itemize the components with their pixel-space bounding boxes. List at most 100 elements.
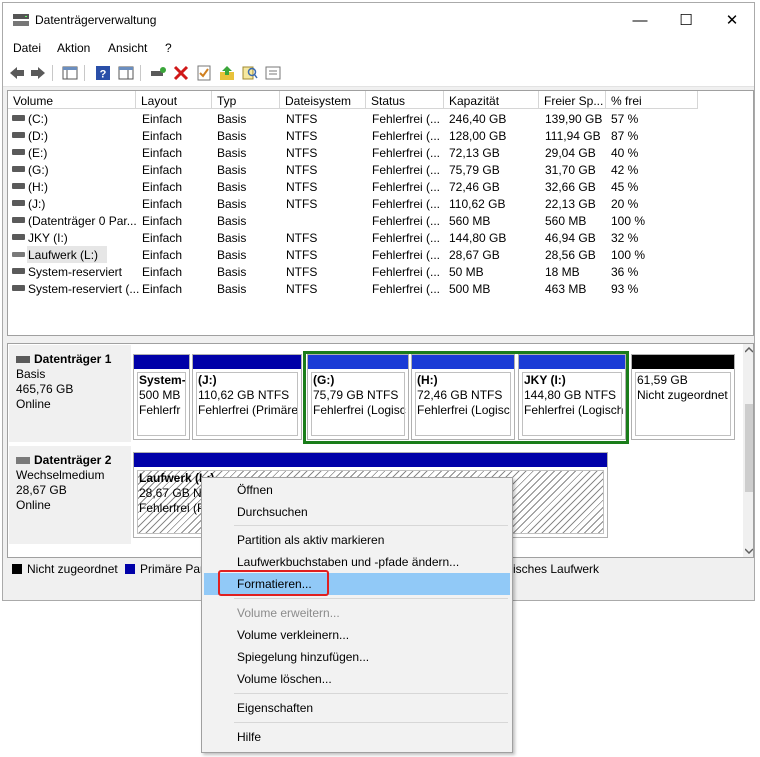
column-header-volume[interactable]: Volume	[8, 91, 136, 109]
disk2-state: Online	[16, 498, 51, 512]
volume-type: Basis	[217, 248, 247, 262]
search-icon[interactable]	[241, 64, 259, 82]
volume-row[interactable]: (Datenträger 0 Par... Einfach Basis Fehlerf…	[8, 212, 753, 229]
partition-inner-frame	[196, 372, 298, 436]
drive-icon	[12, 268, 25, 274]
help-icon[interactable]: ?	[94, 64, 112, 82]
volume-name: (Datenträger 0 Par...	[28, 214, 137, 228]
maximize-icon: ☐	[679, 12, 693, 29]
legend-logical: isches Laufwerk	[513, 562, 600, 576]
partition-system-reserved[interactable]: System- 500 MB Fehlerfr	[133, 354, 190, 440]
checklist-icon[interactable]	[195, 64, 213, 82]
volume-filesystem: NTFS	[286, 282, 318, 296]
volume-name: System-reserviert	[28, 265, 123, 279]
minimize-button[interactable]: —	[617, 3, 663, 37]
column-header-layout[interactable]: Layout	[136, 91, 212, 109]
menu-item-extend-volume: Volume erweitern...	[237, 606, 340, 620]
column-header-kapazitaet[interactable]: Kapazität	[444, 91, 539, 109]
volume-row[interactable]: JKY (I:) Einfach Basis NTFS Fehlerfrei (... 1…	[8, 229, 753, 246]
forward-icon[interactable]	[29, 64, 47, 82]
volume-free: 32,66 GB	[545, 180, 596, 194]
menu-item-open[interactable]: Öffnen	[204, 479, 510, 501]
partition-unallocated[interactable]: 61,59 GB Nicht zugeordnet	[631, 354, 735, 440]
vertical-scrollbar[interactable]	[743, 344, 753, 557]
volume-row[interactable]: System-reserviert Einfach Basis NTFS Fehlerf…	[8, 263, 753, 280]
import-icon[interactable]	[218, 64, 236, 82]
volume-free: 29,04 GB	[545, 146, 596, 160]
menu-item-add-mirror[interactable]: Spiegelung hinzufügen...	[204, 646, 510, 668]
volume-capacity: 72,46 GB	[449, 180, 500, 194]
disk1-state: Online	[16, 397, 51, 411]
connect-icon[interactable]	[149, 64, 167, 82]
volume-pct-free: 40 %	[611, 146, 639, 160]
volume-capacity: 75,79 GB	[449, 163, 500, 177]
drive-icon	[12, 200, 25, 206]
column-header-freier-speicher[interactable]: Freier Sp...	[539, 91, 606, 109]
volume-layout: Einfach	[142, 265, 183, 279]
volume-free: 139,90 GB	[545, 112, 603, 126]
volume-layout: Einfach	[142, 180, 183, 194]
title-bar: Datenträgerverwaltung — ☐ ✕	[3, 3, 754, 37]
volume-filesystem: NTFS	[286, 146, 318, 160]
disk1-label[interactable]: Datenträger 1 Basis 465,76 GB Online	[9, 345, 131, 442]
volume-capacity: 50 MB	[449, 265, 484, 279]
settings-icon[interactable]	[264, 64, 282, 82]
volume-name: System-reserviert (...	[28, 282, 140, 296]
disk2-name-text: Datenträger 2	[34, 453, 112, 467]
maximize-button[interactable]: ☐	[663, 3, 709, 37]
menu-item-delete-volume[interactable]: Volume löschen...	[204, 668, 510, 690]
volume-pct-free: 93 %	[611, 282, 639, 296]
delete-icon[interactable]	[172, 64, 190, 82]
scroll-up-icon[interactable]	[745, 347, 753, 353]
scroll-down-icon[interactable]	[745, 548, 753, 554]
menu-item-shrink-volume[interactable]: Volume verkleinern...	[204, 624, 510, 646]
partition-inner-frame	[137, 372, 186, 436]
menu-item-explore[interactable]: Durchsuchen	[204, 501, 510, 523]
volume-status: Fehlerfrei (...	[372, 214, 441, 228]
column-header-typ[interactable]: Typ	[212, 91, 280, 109]
volume-capacity: 28,67 GB	[449, 248, 500, 262]
partition-bar-primary	[134, 453, 607, 467]
column-header-prozent-frei[interactable]: % frei	[606, 91, 698, 109]
menu-separator	[234, 693, 508, 694]
menu-item-help[interactable]: Hilfe	[204, 726, 510, 748]
column-header-status[interactable]: Status	[366, 91, 444, 109]
volume-row[interactable]: (C:) Einfach Basis NTFS Fehlerfrei (... 246,4…	[8, 110, 753, 127]
volume-row-selected[interactable]: Laufwerk (L:) Einfach Basis NTFS Fehlerfrei …	[8, 246, 753, 263]
volume-row[interactable]: (E:) Einfach Basis NTFS Fehlerfrei (... 72,13…	[8, 144, 753, 161]
column-header-dateisystem[interactable]: Dateisystem	[280, 91, 366, 109]
volume-capacity: 560 MB	[449, 214, 491, 228]
extended-partition-frame	[303, 351, 629, 444]
menu-aktion[interactable]: Aktion	[57, 41, 90, 55]
volume-status: Fehlerfrei (...	[372, 197, 441, 211]
volume-layout: Einfach	[142, 146, 183, 160]
menu-item-properties[interactable]: Eigenschaften	[204, 697, 510, 719]
menu-help[interactable]: ?	[165, 41, 172, 55]
close-button[interactable]: ✕	[709, 3, 755, 37]
volume-filesystem: NTFS	[286, 248, 318, 262]
volume-status: Fehlerfrei (...	[372, 265, 441, 279]
volume-row[interactable]: System-reserviert (... Einfach Basis NTFS Fe…	[8, 280, 753, 297]
back-icon[interactable]	[8, 64, 26, 82]
volume-row[interactable]: (D:) Einfach Basis NTFS Fehlerfrei (... 128,0…	[8, 127, 753, 144]
volume-name: JKY (I:)	[28, 231, 68, 245]
hard-disk-icon	[16, 356, 30, 363]
disk2-label[interactable]: Datenträger 2 Wechselmedium 28,67 GB Onl…	[9, 446, 131, 544]
properties-pane-icon[interactable]	[117, 64, 135, 82]
volume-type: Basis	[217, 231, 247, 245]
volume-status: Fehlerfrei (...	[372, 180, 441, 194]
menu-ansicht[interactable]: Ansicht	[108, 41, 147, 55]
scrollbar-thumb[interactable]	[745, 404, 753, 492]
menu-item-mark-active[interactable]: Partition als aktiv markieren	[204, 529, 510, 551]
console-tree-icon[interactable]	[61, 64, 79, 82]
volume-row[interactable]: (J:) Einfach Basis NTFS Fehlerfrei (... 110,6…	[8, 195, 753, 212]
disk2-size: 28,67 GB	[16, 483, 67, 497]
volume-row[interactable]: (G:) Einfach Basis NTFS Fehlerfrei (... 75,79…	[8, 161, 753, 178]
volume-name: (E:)	[28, 146, 48, 160]
volume-row[interactable]: (H:) Einfach Basis NTFS Fehlerfrei (... 72,46…	[8, 178, 753, 195]
menu-datei[interactable]: Datei	[13, 41, 41, 55]
window-title: Datenträgerverwaltung	[35, 13, 157, 27]
annotation-highlight-box	[218, 570, 329, 596]
volume-filesystem: NTFS	[286, 129, 318, 143]
partition-j[interactable]: (J:) 110,62 GB NTFS Fehlerfrei (Primäre	[192, 354, 302, 440]
